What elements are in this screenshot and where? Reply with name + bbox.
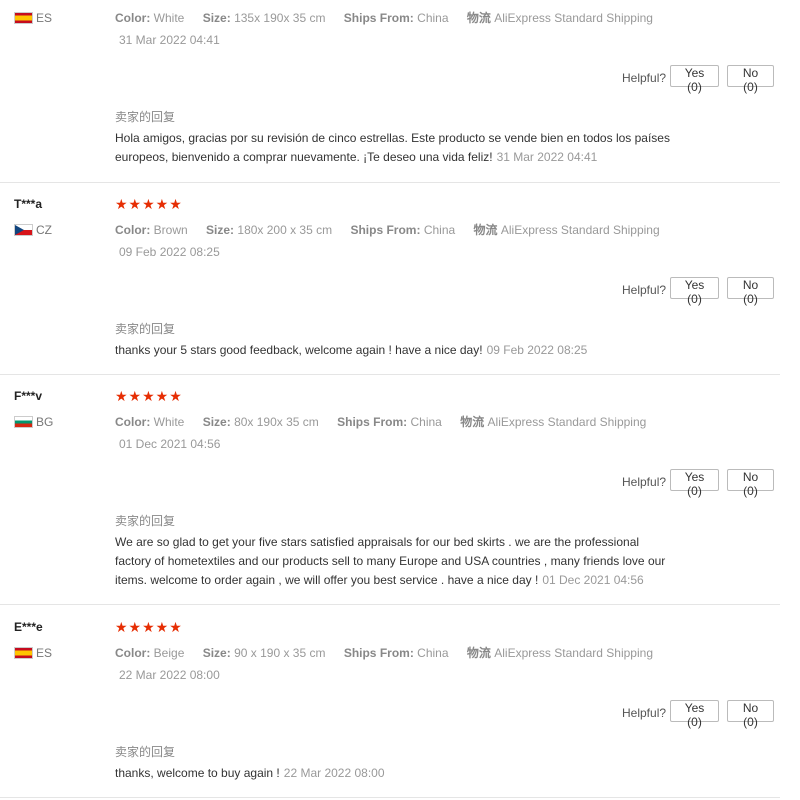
- seller-reply-text: thanks, welcome to buy again !: [115, 766, 280, 780]
- helpful-no-button[interactable]: No (0): [727, 277, 774, 306]
- user-country: ES: [14, 646, 52, 660]
- seller-reply: Hola amigos, gracias por su revisión de …: [115, 129, 675, 167]
- helpful-label: Helpful?: [622, 475, 667, 489]
- sku-size: 80x 190x 35 cm: [234, 415, 319, 429]
- sku-info: Color: White Size: 80x 190x 35 cm Ships …: [115, 415, 647, 429]
- country-code: ES: [36, 646, 53, 660]
- seller-reply: We are so glad to get your five stars sa…: [115, 533, 675, 590]
- divider: [0, 604, 780, 605]
- seller-reply-date: 31 Mar 2022 04:41: [496, 150, 598, 164]
- review-date: 01 Dec 2021 04:56: [119, 437, 221, 451]
- sku-info: Color: Beige Size: 90 x 190 x 35 cm Ship…: [115, 646, 653, 660]
- country-code: ES: [36, 11, 53, 25]
- helpful-no-button[interactable]: No (0): [727, 65, 774, 94]
- flag-es-icon: [14, 12, 33, 24]
- helpful-yes-button[interactable]: Yes (0): [670, 277, 719, 306]
- sku-info: Color: Brown Size: 180x 200 x 35 cm Ship…: [115, 223, 660, 237]
- user-country: BG: [14, 415, 53, 429]
- sku-info: Color: White Size: 135x 190x 35 cm Ships…: [115, 11, 653, 25]
- shipping-method: AliExpress Standard Shipping: [494, 11, 653, 25]
- country-code: BG: [36, 415, 54, 429]
- flag-bg-icon: [14, 416, 33, 428]
- review-date: 09 Feb 2022 08:25: [119, 245, 220, 259]
- helpful-no-button[interactable]: No (0): [727, 700, 774, 729]
- sku-color: White: [153, 11, 185, 25]
- sku-color: Brown: [153, 223, 188, 237]
- review-date: 31 Mar 2022 04:41: [119, 33, 220, 47]
- ships-from: China: [417, 646, 449, 660]
- ships-from: China: [410, 415, 442, 429]
- sku-color: Beige: [153, 646, 185, 660]
- seller-reply-title: 卖家的回复: [115, 322, 176, 336]
- flag-cz-icon: [14, 224, 33, 236]
- helpful-no-button[interactable]: No (0): [727, 469, 774, 498]
- shipping-method: AliExpress Standard Shipping: [494, 646, 653, 660]
- seller-reply-title: 卖家的回复: [115, 745, 176, 759]
- helpful-label: Helpful?: [622, 71, 667, 85]
- user-name: F***v: [14, 389, 43, 403]
- seller-reply: thanks, welcome to buy again ! 22 Mar 202…: [115, 764, 675, 783]
- sku-size: 180x 200 x 35 cm: [237, 223, 333, 237]
- ships-from: China: [423, 223, 456, 237]
- helpful-yes-button[interactable]: Yes (0): [670, 469, 719, 498]
- user-country: CZ: [14, 223, 52, 237]
- user-country: ES: [14, 11, 52, 25]
- star-rating: ★★★★★: [115, 388, 183, 404]
- helpful-yes-button[interactable]: Yes (0): [670, 700, 719, 729]
- sku-color: White: [153, 415, 185, 429]
- helpful-label: Helpful?: [622, 283, 667, 297]
- ships-from: China: [417, 11, 449, 25]
- divider: [0, 374, 780, 375]
- seller-reply-date: 01 Dec 2021 04:56: [542, 573, 644, 587]
- divider: [0, 797, 780, 798]
- helpful-yes-button[interactable]: Yes (0): [670, 65, 719, 94]
- shipping-method: AliExpress Standard Shipping: [487, 415, 647, 429]
- helpful-label: Helpful?: [622, 706, 667, 720]
- seller-reply-text: thanks your 5 stars good feedback, welco…: [115, 343, 483, 357]
- seller-reply-date: 09 Feb 2022 08:25: [486, 343, 588, 357]
- star-rating: ★★★★★: [115, 196, 183, 212]
- user-name: T***a: [14, 197, 43, 211]
- seller-reply-date: 22 Mar 2022 08:00: [283, 766, 385, 780]
- seller-reply: thanks your 5 stars good feedback, welco…: [115, 341, 675, 360]
- review-date: 22 Mar 2022 08:00: [119, 668, 220, 682]
- user-name: E***e: [14, 620, 43, 634]
- divider: [0, 182, 780, 183]
- sku-size: 90 x 190 x 35 cm: [234, 646, 326, 660]
- seller-reply-title: 卖家的回复: [115, 514, 176, 528]
- flag-es-icon: [14, 647, 33, 659]
- shipping-method: AliExpress Standard Shipping: [500, 223, 660, 237]
- sku-size: 135x 190x 35 cm: [234, 11, 326, 25]
- seller-reply-title: 卖家的回复: [115, 110, 176, 124]
- star-rating: ★★★★★: [115, 619, 183, 635]
- country-code: CZ: [36, 223, 52, 237]
